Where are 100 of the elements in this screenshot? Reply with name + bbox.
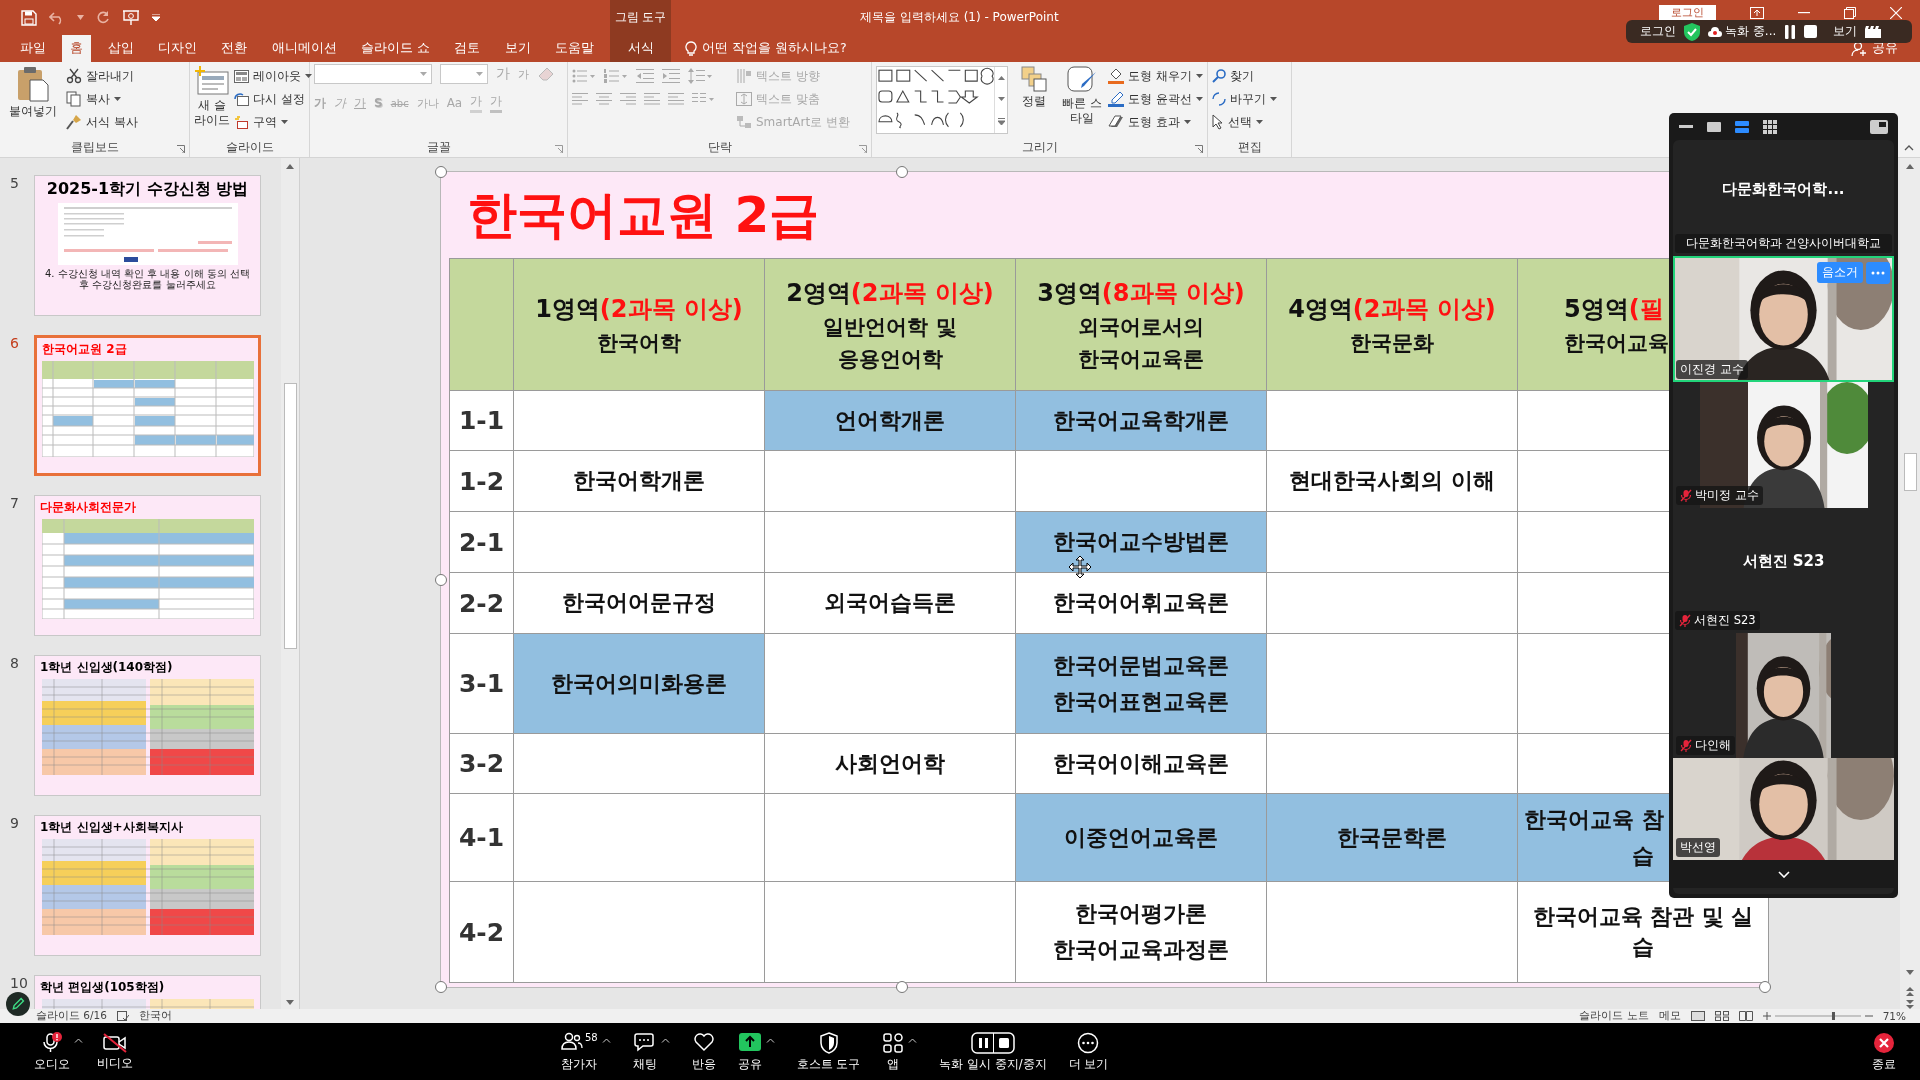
slideshow-icon[interactable]	[122, 9, 140, 26]
scrollbar-thumb[interactable]	[1903, 453, 1917, 491]
gallery-view-icon[interactable]	[1763, 119, 1777, 134]
resize-handle[interactable]	[896, 981, 908, 993]
scroll-up-icon[interactable]	[286, 164, 294, 169]
scroll-down-icon[interactable]	[1906, 970, 1914, 975]
login-link[interactable]: 로그인	[1640, 23, 1676, 40]
next-slide-icon[interactable]	[1906, 1000, 1914, 1009]
resize-handle[interactable]	[1759, 981, 1771, 993]
tell-me-search[interactable]: 어떤 작업을 원하시나요?	[685, 35, 847, 62]
replace-button[interactable]: 바꾸기	[1212, 89, 1277, 109]
more-options-icon[interactable]	[1866, 262, 1890, 284]
login-button[interactable]: 로그인	[1659, 5, 1716, 20]
slide-thumbnail[interactable]: 1학년 신입생(140학점)	[34, 655, 261, 796]
film-icon[interactable]	[1865, 25, 1882, 38]
meeting-control[interactable]: 오디오	[34, 1031, 70, 1072]
scrollbar-thumb[interactable]	[283, 383, 297, 649]
close-icon[interactable]	[1890, 6, 1902, 19]
previous-slide-icon[interactable]	[1906, 987, 1914, 996]
dialog-launcher-icon[interactable]	[1195, 145, 1203, 153]
thumbnail-view-icon[interactable]	[1707, 121, 1721, 132]
collapse-ribbon-icon[interactable]	[1904, 145, 1914, 151]
comments-button[interactable]: 메모	[1658, 1009, 1681, 1023]
normal-view-icon[interactable]	[1690, 1011, 1705, 1021]
caret-up-icon[interactable]	[74, 1037, 83, 1043]
reset-button[interactable]: 다시 설정	[234, 89, 312, 109]
participant-tile[interactable]: 다문화한국어학... 다문화한국어학과 건양사이버대학교	[1673, 140, 1894, 256]
ribbon-tab[interactable]: 슬라이드 쇼	[352, 35, 438, 62]
zoom-slider[interactable]	[1762, 1011, 1873, 1021]
maximize-icon[interactable]	[1844, 6, 1856, 19]
ribbon-tab[interactable]: 보기	[496, 35, 539, 62]
redo-icon[interactable]	[96, 10, 110, 25]
paste-button[interactable]: 붙여넣기	[4, 66, 62, 119]
ribbon-tab[interactable]: 홈	[62, 35, 92, 62]
reading-view-icon[interactable]	[1738, 1011, 1753, 1021]
participant-tile[interactable]: 박선영	[1673, 758, 1894, 860]
resize-handle[interactable]	[435, 166, 447, 178]
arrange-button[interactable]: 정렬	[1012, 66, 1056, 109]
meeting-control[interactable]: 반응	[691, 1031, 716, 1072]
participant-tile[interactable]: 박미정 교수	[1673, 382, 1894, 508]
shape-fill-button[interactable]: 도형 채우기	[1108, 66, 1203, 86]
resize-handle[interactable]	[435, 574, 447, 586]
cut-button[interactable]: 잘라내기	[66, 66, 138, 86]
scroll-up-icon[interactable]	[997, 75, 1005, 80]
participant-tile[interactable]: 서현진 S23 서현진 S23	[1673, 508, 1894, 633]
meeting-control[interactable]: 녹화 일시 중지/중지	[939, 1031, 1047, 1072]
find-button[interactable]: 찾기	[1212, 66, 1277, 86]
stop-icon[interactable]	[1804, 25, 1818, 38]
zoom-level[interactable]: 71%	[1882, 1010, 1906, 1022]
save-icon[interactable]	[21, 9, 37, 26]
spelling-icon[interactable]	[116, 1011, 129, 1021]
ribbon-tab[interactable]: 파일	[12, 35, 54, 62]
resize-handle[interactable]	[435, 981, 447, 993]
view-menu[interactable]: 보기	[1833, 23, 1858, 40]
caret-up-icon[interactable]	[601, 1037, 611, 1043]
ribbon-tab[interactable]: 디자인	[150, 35, 205, 62]
ribbon-tab[interactable]: 애니메이션	[263, 35, 345, 62]
meeting-control[interactable]: 비디오	[97, 1032, 133, 1071]
shape-gallery[interactable]	[876, 66, 1008, 134]
speaker-view-icon[interactable]	[1735, 120, 1749, 133]
ribbon-tab[interactable]: 서식	[610, 35, 671, 62]
caret-up-icon[interactable]	[908, 1037, 918, 1043]
minimize-icon[interactable]	[1798, 11, 1810, 14]
quick-styles-button[interactable]: 빠른 스타일	[1060, 66, 1104, 126]
ribbon-display-icon[interactable]	[1750, 6, 1764, 19]
language-label[interactable]: 한국어	[138, 1009, 172, 1023]
pause-icon[interactable]	[1784, 24, 1797, 39]
meeting-control[interactable]: 앱	[882, 1031, 905, 1072]
ribbon-tab[interactable]: 전환	[213, 35, 256, 62]
meeting-control[interactable]: 더 보기	[1068, 1031, 1109, 1072]
caret-up-icon[interactable]	[765, 1037, 775, 1043]
end-meeting-button[interactable]: 종료	[1872, 1031, 1896, 1072]
participant-tile[interactable]: 음소거 이진경 교수	[1673, 256, 1894, 382]
slide-thumbnail[interactable]: 학년 편입생(105학점)	[34, 975, 261, 1009]
meeting-control[interactable]: 공유	[737, 1031, 762, 1072]
meeting-control[interactable]: 채팅	[632, 1031, 657, 1072]
scrollbar[interactable]	[281, 158, 299, 1009]
more-shapes-icon[interactable]	[997, 117, 1005, 125]
ribbon-tab[interactable]: 검토	[446, 35, 489, 62]
meeting-control[interactable]: 58 참가자	[561, 1031, 598, 1072]
ribbon-tab[interactable]: 도움말	[546, 35, 602, 62]
slide-thumbnail[interactable]: 2025-1학기 수강신청 방법 4. 수강신청 내역 확인 후 내용 이해 동의 선택 후 수강신청완료를 눌러주세요	[34, 175, 261, 316]
ribbon-tab[interactable]: 삽입	[99, 35, 142, 62]
scrollbar[interactable]	[1900, 158, 1920, 1009]
slide-thumbnail[interactable]: 1학년 신입생+사회복지사	[34, 815, 261, 956]
scroll-up-icon[interactable]	[1906, 164, 1914, 169]
new-slide-button[interactable]: 새 슬라이드	[194, 66, 230, 128]
slider-thumb[interactable]	[1831, 1012, 1835, 1020]
meeting-control[interactable]: 호스트 도구	[796, 1031, 861, 1072]
exit-panel-icon[interactable]	[1870, 119, 1888, 134]
layout-button[interactable]: 레이아웃	[234, 66, 312, 86]
caret-icon[interactable]	[77, 15, 84, 20]
scroll-down-icon[interactable]	[286, 1000, 294, 1005]
shape-outline-button[interactable]: 도형 윤곽선	[1108, 89, 1203, 109]
section-button[interactable]: 구역	[234, 112, 312, 132]
scroll-down-icon[interactable]	[997, 96, 1005, 101]
caret-up-icon[interactable]	[660, 1037, 670, 1043]
customize-caret-icon[interactable]	[152, 14, 160, 21]
notes-button[interactable]: 슬라이드 노트	[1579, 1009, 1649, 1023]
dialog-launcher-icon[interactable]	[177, 145, 185, 153]
